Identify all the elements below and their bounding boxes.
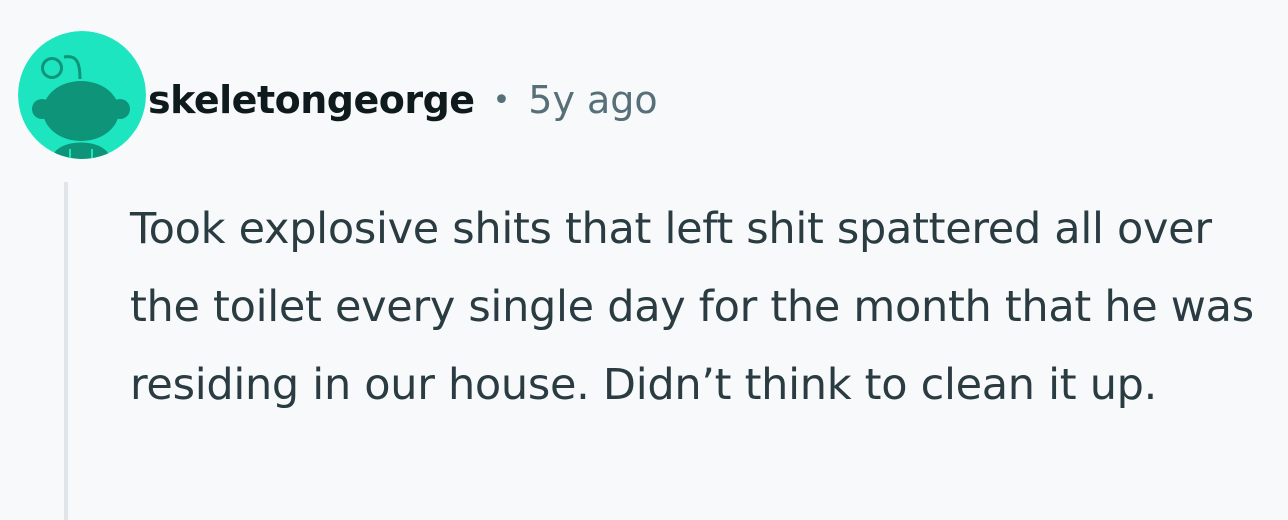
comment-timestamp[interactable]: 5y ago	[528, 78, 657, 122]
meta-separator: •	[492, 82, 511, 118]
username-link[interactable]: skeletongeorge	[148, 78, 475, 122]
reddit-snoo-avatar-icon	[18, 31, 146, 159]
comment-body: Took explosive shits that left shit spat…	[130, 204, 1254, 410]
comment: skeletongeorge • 5y ago Took explosive s…	[0, 0, 1288, 520]
avatar[interactable]	[18, 31, 146, 159]
comment-header: skeletongeorge • 5y ago	[148, 74, 658, 126]
thread-line[interactable]	[64, 182, 68, 520]
